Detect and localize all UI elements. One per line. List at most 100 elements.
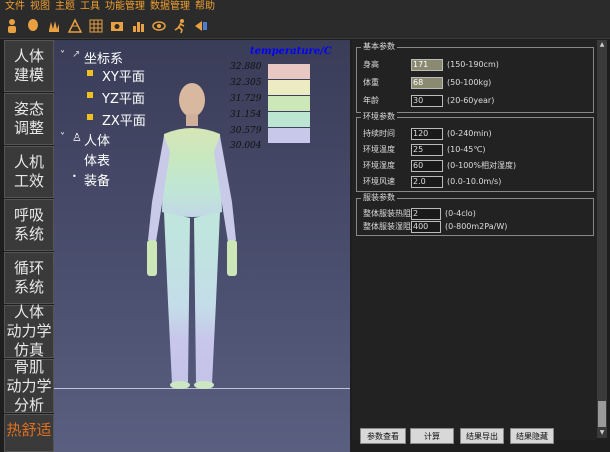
param-row: 环境温度 25 (10-45℃)	[363, 143, 485, 156]
env-temp-hint: (10-45℃)	[447, 145, 486, 154]
tree-surface[interactable]: 体表	[84, 150, 110, 169]
scroll-down-icon[interactable]: ▼	[597, 428, 607, 438]
legend-swatch	[268, 112, 310, 127]
env-temp-input[interactable]: 25	[411, 143, 443, 156]
clothing-heat-input[interactable]: 2	[411, 207, 441, 220]
group-title: 服装参数	[361, 192, 397, 203]
weight-hint: (50-100kg)	[447, 78, 492, 87]
nav-posture[interactable]: 姿态 调整	[4, 93, 54, 145]
hand-icon[interactable]	[45, 17, 63, 35]
nav-ergonomics[interactable]: 人机 工效	[4, 146, 54, 198]
height-input[interactable]: 171	[411, 58, 443, 71]
person-icon[interactable]	[3, 17, 21, 35]
compute-button[interactable]: 计算	[410, 428, 454, 444]
group-title: 环境参数	[361, 111, 397, 122]
param-row: 身高 171 (150-190cm)	[363, 58, 499, 71]
env-params-group: 环境参数 持续时间 120 (0-240min) 环境温度 25 (10-45℃…	[356, 111, 594, 192]
nav-body-dynamics[interactable]: 人体 动力学 仿真	[4, 303, 54, 359]
camera-icon[interactable]	[108, 17, 126, 35]
clothing-wet-label: 整体服装湿阻	[363, 222, 411, 231]
duration-input[interactable]: 120	[411, 127, 443, 140]
plane-icon	[87, 114, 93, 120]
clothing-wet-input[interactable]: 400	[411, 220, 441, 233]
legend-title: temperature/C	[250, 46, 332, 57]
eye-icon[interactable]	[150, 17, 168, 35]
collapse-arrow-icon[interactable]: ˅	[60, 132, 65, 143]
wind-hint: (0.0-10.0m/s)	[447, 177, 502, 186]
panel-scrollbar[interactable]: ▲ ▼	[597, 40, 607, 438]
age-input[interactable]: 30	[411, 94, 443, 107]
param-row: 体重 68 (50-100kg)	[363, 76, 491, 89]
menu-data[interactable]: 数据管理	[150, 0, 190, 14]
tree-xy[interactable]: XY平面	[102, 66, 145, 85]
clothing-params-group: 服装参数 整体服装热阻 2 (0-4clo) 整体服装湿阻 400 (0-800…	[356, 192, 594, 236]
run-icon[interactable]	[171, 17, 189, 35]
legend-swatch	[268, 64, 310, 79]
export-results-button[interactable]: 结果导出	[460, 428, 504, 444]
fluid-icon[interactable]	[192, 17, 210, 35]
menu-file[interactable]: 文件	[5, 0, 25, 14]
humidity-hint: (0-100%相对湿度)	[447, 161, 517, 170]
tree-coord[interactable]: 坐标系	[84, 48, 123, 67]
weight-label: 体重	[363, 78, 379, 87]
collapse-arrow-icon[interactable]: ˅	[60, 50, 65, 61]
legend-swatch	[268, 128, 310, 143]
height-label: 身高	[363, 60, 379, 69]
person-icon: ♙	[72, 131, 82, 144]
menu-tools[interactable]: 工具	[80, 0, 100, 14]
view-params-button[interactable]: 参数查看	[360, 428, 406, 444]
height-hint: (150-190cm)	[447, 60, 499, 69]
toolbar	[0, 14, 610, 39]
weight-input[interactable]: 68	[411, 76, 443, 89]
menu-help[interactable]: 帮助	[195, 0, 215, 14]
param-row: 整体服装热阻 2 (0-4clo)	[363, 207, 476, 220]
duration-hint: (0-240min)	[447, 129, 492, 138]
age-label: 年龄	[363, 96, 379, 105]
param-row: 环境湿度 60 (0-100%相对湿度)	[363, 159, 516, 172]
tree-equipment[interactable]: 装备	[84, 170, 110, 189]
duration-label: 持续时间	[363, 129, 395, 138]
scroll-up-icon[interactable]: ▲	[597, 40, 607, 50]
scroll-thumb[interactable]	[598, 401, 606, 427]
param-row: 整体服装湿阻 400 (0-800m2Pa/W)	[363, 220, 507, 233]
wind-input[interactable]: 2.0	[411, 175, 443, 188]
clothing-heat-label: 整体服装热阻	[363, 209, 411, 218]
param-row: 环境风速 2.0 (0.0-10.0m/s)	[363, 175, 501, 188]
nav-musculoskeletal[interactable]: 骨肌 动力学 分析	[4, 358, 54, 414]
head-icon[interactable]	[24, 17, 42, 35]
bullet-icon: •	[72, 172, 77, 181]
legend-label: 32.880	[230, 62, 262, 72]
hide-results-button[interactable]: 结果隐藏	[510, 428, 554, 444]
nav-circulatory[interactable]: 循环 系统	[4, 252, 54, 304]
plane-icon	[87, 70, 93, 76]
tree-zx[interactable]: ZX平面	[102, 110, 146, 129]
nav-thermal-comfort[interactable]: 热舒适	[4, 414, 54, 452]
age-hint: (20-60year)	[447, 96, 495, 105]
humidity-label: 环境湿度	[363, 161, 395, 170]
mesh-icon[interactable]	[66, 17, 84, 35]
tree-body[interactable]: 人体	[84, 130, 110, 149]
wind-label: 环境风速	[363, 177, 395, 186]
menu-function[interactable]: 功能管理	[105, 0, 145, 14]
human-model[interactable]	[142, 82, 242, 390]
tree-yz[interactable]: YZ平面	[102, 88, 145, 107]
nav-respiratory[interactable]: 呼吸 系统	[4, 199, 54, 251]
param-row: 持续时间 120 (0-240min)	[363, 127, 492, 140]
grid-icon[interactable]	[87, 17, 105, 35]
parameter-panel: 基本参数 身高 171 (150-190cm) 体重 68 (50-100kg)…	[352, 40, 597, 440]
nav-body-modeling[interactable]: 人体 建模	[4, 40, 54, 92]
viewport-3d[interactable]: ˅ ↗ 坐标系 XY平面 YZ平面 ZX平面 ˅ ♙ 人体 体表 • 装备 te…	[54, 40, 350, 452]
env-temp-label: 环境温度	[363, 145, 395, 154]
plane-icon	[87, 92, 93, 98]
legend-swatch	[268, 96, 310, 111]
basic-params-group: 基本参数 身高 171 (150-190cm) 体重 68 (50-100kg)…	[356, 41, 594, 113]
clothing-wet-hint: (0-800m2Pa/W)	[445, 222, 508, 231]
chart-icon[interactable]	[129, 17, 147, 35]
menu-theme[interactable]: 主题	[55, 0, 75, 14]
humidity-input[interactable]: 60	[411, 159, 443, 172]
menu-bar: 文件 视图 主题 工具 功能管理 数据管理 帮助	[0, 0, 610, 14]
menu-view[interactable]: 视图	[30, 0, 50, 14]
left-nav: 人体 建模 姿态 调整 人机 工效 呼吸 系统 循环 系统 人体 动力学 仿真 …	[4, 40, 54, 452]
legend-swatch	[268, 80, 310, 95]
clothing-heat-hint: (0-4clo)	[445, 209, 476, 218]
